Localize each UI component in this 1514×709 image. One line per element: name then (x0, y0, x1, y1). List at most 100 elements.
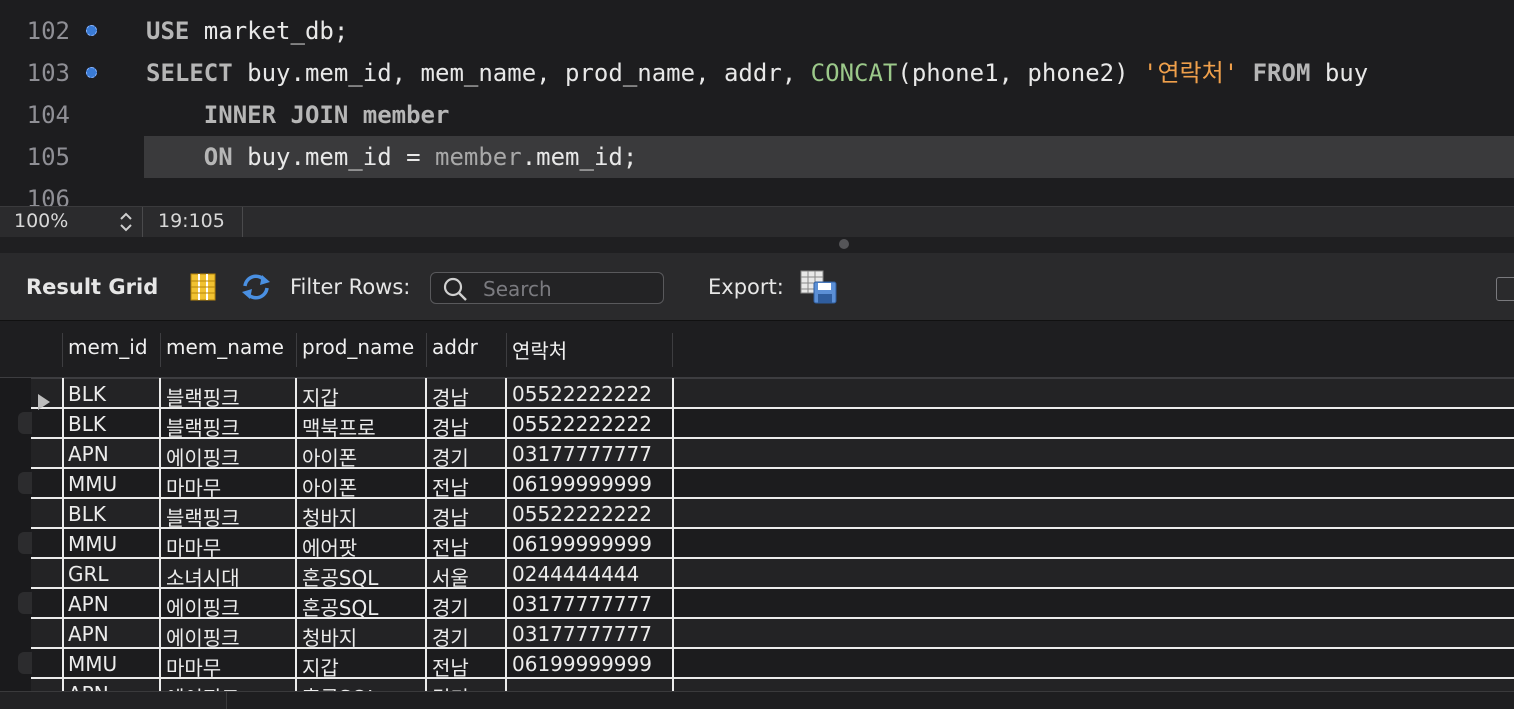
cell-contact[interactable]: 03177777777 (512, 592, 652, 616)
code-text[interactable]: ON buy.mem_id = member.mem_id; (146, 136, 638, 178)
code-token: INNER JOIN member (146, 101, 450, 129)
refresh-icon[interactable] (240, 273, 272, 301)
statement-marker-icon[interactable] (86, 25, 97, 36)
cell-mem-id[interactable]: BLK (68, 412, 106, 436)
column-header-mem-name[interactable]: mem_name (166, 335, 284, 359)
table-row[interactable]: GRL 소녀시대 혼공SQL 서울 0244444444 (31, 559, 1514, 591)
cell-mem-name[interactable]: 마마무 (166, 652, 221, 681)
panel-splitter[interactable] (0, 237, 1514, 253)
cell-contact[interactable]: 05522222222 (512, 412, 652, 436)
row-selector[interactable] (18, 652, 32, 674)
cell-addr[interactable]: 전남 (432, 532, 469, 561)
cell-mem-name[interactable]: 에이핑크 (166, 682, 240, 691)
cell-mem-name[interactable]: 소녀시대 (166, 562, 240, 591)
cell-contact[interactable]: 05522222222 (512, 502, 652, 526)
cell-prod-name[interactable]: 혼공SQL (302, 592, 378, 621)
search-input[interactable] (481, 275, 661, 303)
cell-contact[interactable]: 0244444444 (512, 562, 639, 586)
table-row[interactable]: APN 에이핑크 혼공SQL 경기 (31, 679, 1514, 691)
cell-mem-name[interactable]: 블랙핑크 (166, 412, 240, 441)
table-row[interactable]: APN 에이핑크 아이폰 경기 03177777777 (31, 439, 1514, 471)
cell-contact[interactable]: 06199999999 (512, 532, 652, 556)
cell-mem-id[interactable]: APN (68, 442, 109, 466)
table-row[interactable]: APN 에이핑크 혼공SQL 경기 03177777777 (31, 589, 1514, 621)
cell-mem-name[interactable]: 마마무 (166, 532, 221, 561)
scrollbar-track[interactable] (226, 692, 1514, 709)
code-line-current[interactable]: 105 ON buy.mem_id = member.mem_id; (0, 136, 1514, 178)
cell-mem-id[interactable]: BLK (68, 382, 106, 406)
cell-contact[interactable]: 06199999999 (512, 472, 652, 496)
cell-prod-name[interactable]: 아이폰 (302, 442, 357, 471)
cell-addr[interactable]: 경남 (432, 382, 469, 411)
table-row[interactable]: MMU 마마무 지갑 전남 06199999999 (31, 649, 1514, 681)
code-text[interactable]: INNER JOIN member (146, 94, 450, 136)
cell-contact[interactable]: 05522222222 (512, 382, 652, 406)
cell-addr[interactable]: 경남 (432, 412, 469, 441)
export-icon[interactable] (800, 270, 838, 304)
table-row[interactable]: MMU 마마무 아이폰 전남 06199999999 (31, 469, 1514, 501)
code-line[interactable]: 104 INNER JOIN member (0, 94, 1514, 136)
code-line[interactable]: 106 (0, 178, 1514, 206)
cell-mem-id[interactable]: MMU (68, 532, 117, 556)
cell-mem-id[interactable]: MMU (68, 472, 117, 496)
cell-prod-name[interactable]: 혼공SQL (302, 682, 378, 691)
cell-contact[interactable]: 03177777777 (512, 622, 652, 646)
cell-prod-name[interactable]: 에어팟 (302, 532, 357, 561)
table-row[interactable]: BLK 블랙핑크 청바지 경남 05522222222 (31, 499, 1514, 531)
cell-contact[interactable]: 06199999999 (512, 652, 652, 676)
row-selector[interactable] (18, 592, 32, 614)
cell-prod-name[interactable]: 아이폰 (302, 472, 357, 501)
cell-addr[interactable]: 경기 (432, 442, 469, 471)
cell-prod-name[interactable]: 맥북프로 (302, 412, 376, 441)
cell-mem-name[interactable]: 블랙핑크 (166, 502, 240, 531)
table-row[interactable]: BLK 블랙핑크 지갑 경남 05522222222 (31, 379, 1514, 411)
cell-prod-name[interactable]: 청바지 (302, 622, 357, 651)
code-line[interactable]: 103 SELECT buy.mem_id, mem_name, prod_na… (0, 52, 1514, 94)
cell-addr[interactable]: 전남 (432, 472, 469, 501)
result-grid[interactable]: mem_id mem_name prod_name addr 연락처 BLK 블랙… (0, 321, 1514, 691)
horizontal-scrollbar[interactable] (0, 691, 1514, 709)
cell-prod-name[interactable]: 청바지 (302, 502, 357, 531)
row-selector[interactable] (18, 472, 32, 494)
sql-editor[interactable]: 102 USE market_db; 103 SELECT buy.mem_id… (0, 0, 1514, 206)
cell-mem-name[interactable]: 에이핑크 (166, 592, 240, 621)
panel-toggle-button[interactable] (1496, 277, 1514, 301)
cell-mem-id[interactable]: GRL (68, 562, 109, 586)
grid-view-icon[interactable] (190, 273, 216, 301)
column-header-addr[interactable]: addr (432, 335, 478, 359)
cell-prod-name[interactable]: 혼공SQL (302, 562, 378, 591)
cell-mem-id[interactable]: APN (68, 622, 109, 646)
splitter-handle[interactable] (839, 239, 849, 249)
cell-mem-name[interactable]: 블랙핑크 (166, 382, 240, 411)
column-header-prod-name[interactable]: prod_name (302, 335, 414, 359)
statement-marker-icon[interactable] (86, 67, 97, 78)
code-text[interactable]: SELECT buy.mem_id, mem_name, prod_name, … (146, 52, 1368, 94)
zoom-stepper-icon[interactable] (118, 210, 134, 234)
row-selector[interactable] (18, 532, 32, 554)
cell-addr[interactable]: 경남 (432, 502, 469, 531)
cell-mem-id[interactable]: BLK (68, 502, 106, 526)
cell-addr[interactable]: 서울 (432, 562, 469, 591)
cell-mem-id[interactable]: MMU (68, 652, 117, 676)
cell-mem-id[interactable]: APN (68, 592, 109, 616)
cell-addr[interactable]: 경기 (432, 622, 469, 651)
search-box[interactable] (430, 272, 664, 304)
row-selector[interactable] (18, 412, 32, 434)
cell-addr[interactable]: 전남 (432, 652, 469, 681)
column-header-contact[interactable]: 연락처 (512, 335, 567, 364)
cell-mem-name[interactable]: 에이핑크 (166, 622, 240, 651)
table-row[interactable]: APN 에이핑크 청바지 경기 03177777777 (31, 619, 1514, 651)
cell-addr[interactable]: 경기 (432, 682, 469, 691)
cell-prod-name[interactable]: 지갑 (302, 652, 339, 681)
cell-contact[interactable]: 03177777777 (512, 442, 652, 466)
cell-mem-id[interactable]: APN (68, 682, 109, 691)
table-row[interactable]: BLK 블랙핑크 맥북프로 경남 05522222222 (31, 409, 1514, 441)
code-line[interactable]: 102 USE market_db; (0, 10, 1514, 52)
cell-mem-name[interactable]: 에이핑크 (166, 442, 240, 471)
cell-addr[interactable]: 경기 (432, 592, 469, 621)
column-header-mem-id[interactable]: mem_id (68, 335, 148, 359)
table-row[interactable]: MMU 마마무 에어팟 전남 06199999999 (31, 529, 1514, 561)
cell-mem-name[interactable]: 마마무 (166, 472, 221, 501)
cell-prod-name[interactable]: 지갑 (302, 382, 339, 411)
code-text[interactable]: USE market_db; (146, 10, 348, 52)
